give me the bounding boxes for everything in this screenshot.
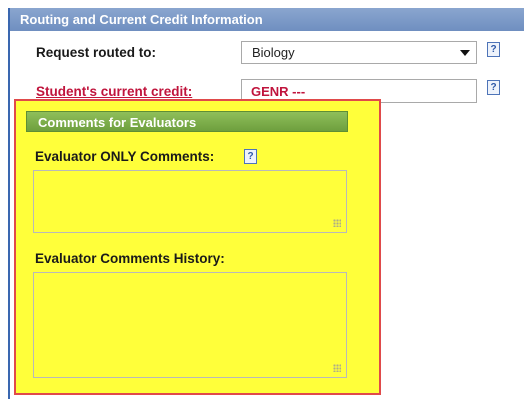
request-routed-value: Biology — [252, 45, 295, 60]
evaluators-subheader: Comments for Evaluators — [26, 111, 348, 132]
request-routed-select[interactable]: Biology — [241, 41, 477, 64]
help-icon[interactable]: ? — [244, 149, 257, 164]
dropdown-arrow-icon — [460, 50, 470, 56]
left-border — [8, 8, 10, 399]
help-icon[interactable]: ? — [487, 80, 500, 95]
section-title: Routing and Current Credit Information — [20, 12, 263, 27]
evaluator-comments-history-label: Evaluator Comments History: — [35, 251, 225, 266]
resize-grip-icon[interactable] — [333, 364, 344, 375]
section-header: Routing and Current Credit Information — [10, 8, 524, 31]
resize-grip-icon[interactable] — [333, 219, 344, 230]
current-credit-label[interactable]: Student's current credit: — [36, 84, 192, 99]
evaluators-subheader-title: Comments for Evaluators — [38, 115, 197, 130]
evaluator-only-comments-label: Evaluator ONLY Comments: — [35, 149, 215, 164]
current-credit-value: GENR --- — [251, 84, 306, 99]
evaluator-only-comments-textarea[interactable] — [33, 170, 347, 233]
request-routed-label: Request routed to: — [36, 45, 156, 60]
help-icon[interactable]: ? — [487, 42, 500, 57]
evaluator-comments-history-textarea[interactable] — [33, 272, 347, 378]
